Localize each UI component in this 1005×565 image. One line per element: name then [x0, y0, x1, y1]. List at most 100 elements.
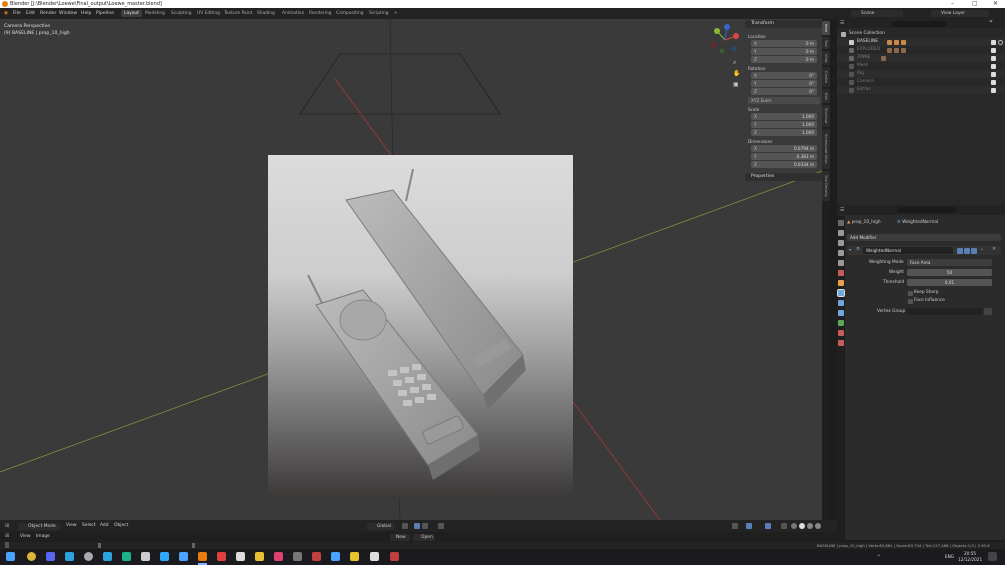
modifier-tab-icon[interactable] [837, 289, 845, 297]
notification-icon[interactable] [988, 552, 997, 561]
scene-selector[interactable]: Scene [851, 10, 903, 17]
location-x-field[interactable]: X0 m [751, 40, 817, 47]
dimensions-y-field[interactable]: Y 0.383 m [751, 153, 817, 160]
visibility-checkbox[interactable] [991, 71, 996, 77]
vertex-group-input[interactable] [907, 308, 982, 315]
outliner-row-camera[interactable]: Camera [837, 78, 1005, 86]
menu-image[interactable]: Image [36, 533, 50, 541]
outliner-row-mesh[interactable]: Mesh [837, 62, 1005, 70]
tab-layout[interactable]: Layout [121, 10, 142, 17]
keep-sharp-checkbox[interactable] [908, 291, 913, 296]
telegram-icon[interactable] [65, 552, 74, 561]
tab-sculpting[interactable]: Sculpting [168, 10, 195, 17]
rotation-z-field[interactable]: Z 0° [751, 88, 817, 95]
visibility-checkbox[interactable] [991, 47, 996, 53]
open-image-button[interactable]: Open [413, 533, 435, 541]
tab-screencast-keys[interactable]: Screencast Keys [822, 129, 830, 169]
outliner-row-rig[interactable]: Rig [837, 70, 1005, 78]
app-icon-blue[interactable] [179, 552, 188, 561]
location-z-field[interactable]: Z0 m [751, 56, 817, 63]
object-mode-dropdown[interactable]: Object Mode [18, 522, 60, 530]
image-editor-icon[interactable]: ⊞ [5, 533, 9, 539]
app-icon-blue-2[interactable] [331, 552, 340, 561]
rendered-shading-icon[interactable] [815, 523, 821, 529]
tool-tab-icon[interactable] [838, 220, 844, 226]
eye-icon[interactable] [998, 39, 1003, 45]
transform-orientation-dropdown[interactable]: Global [367, 522, 395, 530]
threshold-field[interactable]: 0.01 [907, 279, 992, 286]
transform-header[interactable]: Transform [745, 20, 822, 28]
start-button-icon[interactable] [6, 552, 15, 561]
outliner-row-zinne[interactable]: ZINNE [837, 54, 1005, 62]
unreal-icon[interactable] [370, 552, 379, 561]
view-layer-selector[interactable]: View Layer [931, 10, 989, 17]
telegram-icon-2[interactable] [103, 552, 112, 561]
rotation-x-field[interactable]: X 0° [751, 72, 817, 79]
app-icon-light[interactable] [141, 552, 150, 561]
proportional-edit-icon[interactable] [438, 523, 444, 529]
maximize-button[interactable]: ▢ [972, 0, 978, 8]
visibility-checkbox[interactable] [991, 87, 996, 93]
render-toggle-icon[interactable] [971, 247, 977, 254]
viewport-toggle-icon[interactable] [964, 247, 970, 254]
dimensions-x-field[interactable]: X 0.0794 m [751, 145, 817, 152]
dimensions-z-field[interactable]: Z 0.0334 m [751, 161, 817, 168]
tab-shading[interactable]: Shading [254, 10, 278, 17]
app-icon-red-2[interactable] [390, 552, 399, 561]
add-workspace-button[interactable]: + [391, 10, 401, 17]
blender-menu-icon[interactable]: ◉ [4, 8, 8, 19]
invert-vertex-group-button[interactable] [984, 308, 992, 315]
collapse-chevron-icon[interactable]: ▾ [849, 247, 851, 252]
scale-y-field[interactable]: Y 1.000 [751, 121, 817, 128]
clock-time[interactable]: 20:55 [964, 551, 976, 556]
texture-tab-icon[interactable] [838, 340, 844, 346]
gizmo-toggle-icon[interactable] [746, 523, 752, 529]
xray-toggle-icon[interactable] [781, 523, 787, 529]
outliner-editor-icon[interactable]: ☰ [840, 20, 844, 26]
app-icon-grey[interactable] [293, 552, 302, 561]
chrome-icon[interactable] [27, 552, 36, 561]
properties-editor-icon[interactable]: ☰ [840, 207, 844, 213]
weighting-mode-dropdown[interactable]: Face Area [907, 259, 992, 266]
menu-file[interactable]: File [13, 8, 21, 19]
pivot-point-icon[interactable] [402, 523, 408, 529]
navigation-gizmo[interactable] [708, 23, 742, 57]
overlay-toggle-icon[interactable] [765, 523, 771, 529]
zoom-icon[interactable]: ⌕ [733, 59, 736, 67]
menu-render[interactable]: Render [40, 8, 56, 19]
clock-date[interactable]: 12/12/2021 [958, 557, 982, 562]
visibility-checkbox[interactable] [991, 39, 996, 45]
tab-uv-editing[interactable]: UV Editing [194, 10, 223, 17]
scene-tab-icon[interactable] [838, 260, 844, 266]
app-icon-dark-red[interactable] [312, 552, 321, 561]
menu-view-image-editor[interactable]: View [20, 533, 30, 541]
tab-tool-density[interactable]: Tool Density [822, 171, 830, 201]
tab-rendering[interactable]: Rendering [306, 10, 334, 17]
tray-chevron-icon[interactable]: ^ [877, 554, 881, 559]
add-modifier-dropdown[interactable]: Add Modifier [847, 234, 1001, 241]
outliner-row-baseline[interactable]: BASELINE [837, 38, 1005, 46]
camera-view-icon[interactable]: ▣ [733, 81, 739, 88]
material-shading-icon[interactable] [807, 523, 813, 529]
tab-shortcut[interactable]: Shortcut [822, 105, 830, 127]
object-data-tab-icon[interactable] [838, 320, 844, 326]
wireframe-shading-icon[interactable] [791, 523, 797, 529]
editor-type-icon[interactable]: ⊞ [5, 520, 9, 532]
outliner-row-exploded[interactable]: EXPLODED [837, 46, 1005, 54]
menu-pipeline[interactable]: Pipeline [96, 8, 114, 19]
rotation-mode-dropdown[interactable]: XYZ Euler [748, 97, 820, 104]
physics-tab-icon[interactable] [838, 310, 844, 316]
visibility-icon[interactable] [732, 523, 738, 529]
app-icon-yellow[interactable] [255, 552, 264, 561]
menu-object[interactable]: Object [114, 520, 128, 532]
app-icon-white[interactable] [236, 552, 245, 561]
visibility-checkbox[interactable] [991, 55, 996, 61]
github-icon[interactable] [84, 552, 93, 561]
language-indicator[interactable]: ENG [945, 554, 954, 559]
face-influence-checkbox[interactable] [908, 299, 913, 304]
world-tab-icon[interactable] [838, 270, 844, 276]
properties-header[interactable]: Properties [745, 173, 822, 181]
edit-mode-toggle-icon[interactable] [957, 247, 963, 254]
outliner-search-input[interactable] [892, 20, 947, 27]
visibility-checkbox[interactable] [991, 79, 996, 85]
